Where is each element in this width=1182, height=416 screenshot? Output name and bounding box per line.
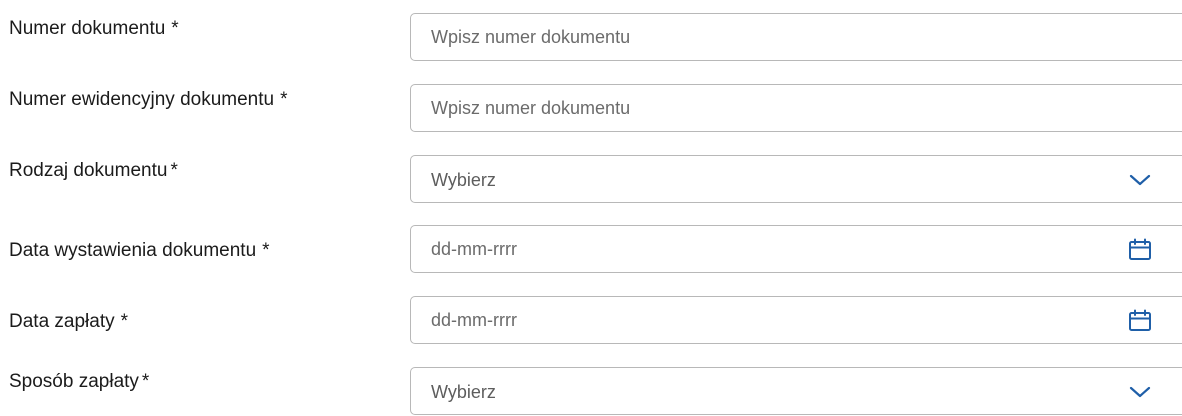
calendar-icon[interactable] xyxy=(1128,238,1152,262)
registration-number-input[interactable] xyxy=(431,85,1131,131)
payment-date-label-text: Data zapłaty xyxy=(9,311,115,332)
payment-date-field[interactable] xyxy=(410,296,1182,344)
payment-date-input[interactable] xyxy=(431,297,1131,343)
issue-date-label: Data wystawienia dokumentu * xyxy=(9,239,270,263)
calendar-icon[interactable] xyxy=(1128,309,1152,333)
chevron-down-icon[interactable] xyxy=(1128,168,1152,192)
registration-number-label: Numer ewidencyjny dokumentu * xyxy=(9,88,287,112)
required-asterisk: * xyxy=(120,311,129,332)
registration-number-label-text: Numer ewidencyjny dokumentu xyxy=(9,89,275,110)
document-number-input[interactable] xyxy=(431,14,1131,60)
document-number-field[interactable] xyxy=(410,13,1182,61)
issue-date-field[interactable] xyxy=(410,225,1182,273)
document-number-label-text: Numer dokumentu xyxy=(9,18,166,39)
payment-method-selected-value: Wybierz xyxy=(431,382,496,402)
payment-method-select[interactable]: Wybierz xyxy=(410,367,1182,415)
document-type-selected-value: Wybierz xyxy=(431,170,496,190)
document-form: Numer dokumentu* Numer ewidencyjny dokum… xyxy=(0,0,1182,415)
required-asterisk: * xyxy=(171,18,179,39)
document-type-label: Rodzaj dokumentu * xyxy=(9,159,178,183)
required-asterisk: * xyxy=(141,371,150,392)
required-asterisk: * xyxy=(280,89,288,110)
required-asterisk: * xyxy=(262,240,270,261)
payment-method-label: Sposób zapłaty * xyxy=(9,370,149,394)
payment-method-label-text: Sposób zapłaty xyxy=(9,371,139,392)
document-type-select[interactable]: Wybierz xyxy=(410,155,1182,203)
document-number-label: Numer dokumentu * xyxy=(9,17,179,41)
registration-number-field[interactable] xyxy=(410,84,1182,132)
required-asterisk: * xyxy=(170,160,178,181)
chevron-down-icon[interactable] xyxy=(1128,380,1152,404)
issue-date-input[interactable] xyxy=(431,226,1131,272)
issue-date-label-text: Data wystawienia dokumentu xyxy=(9,240,257,261)
payment-date-label: Data zapłaty * xyxy=(9,310,128,334)
document-type-label-text: Rodzaj dokumentu xyxy=(9,160,168,181)
